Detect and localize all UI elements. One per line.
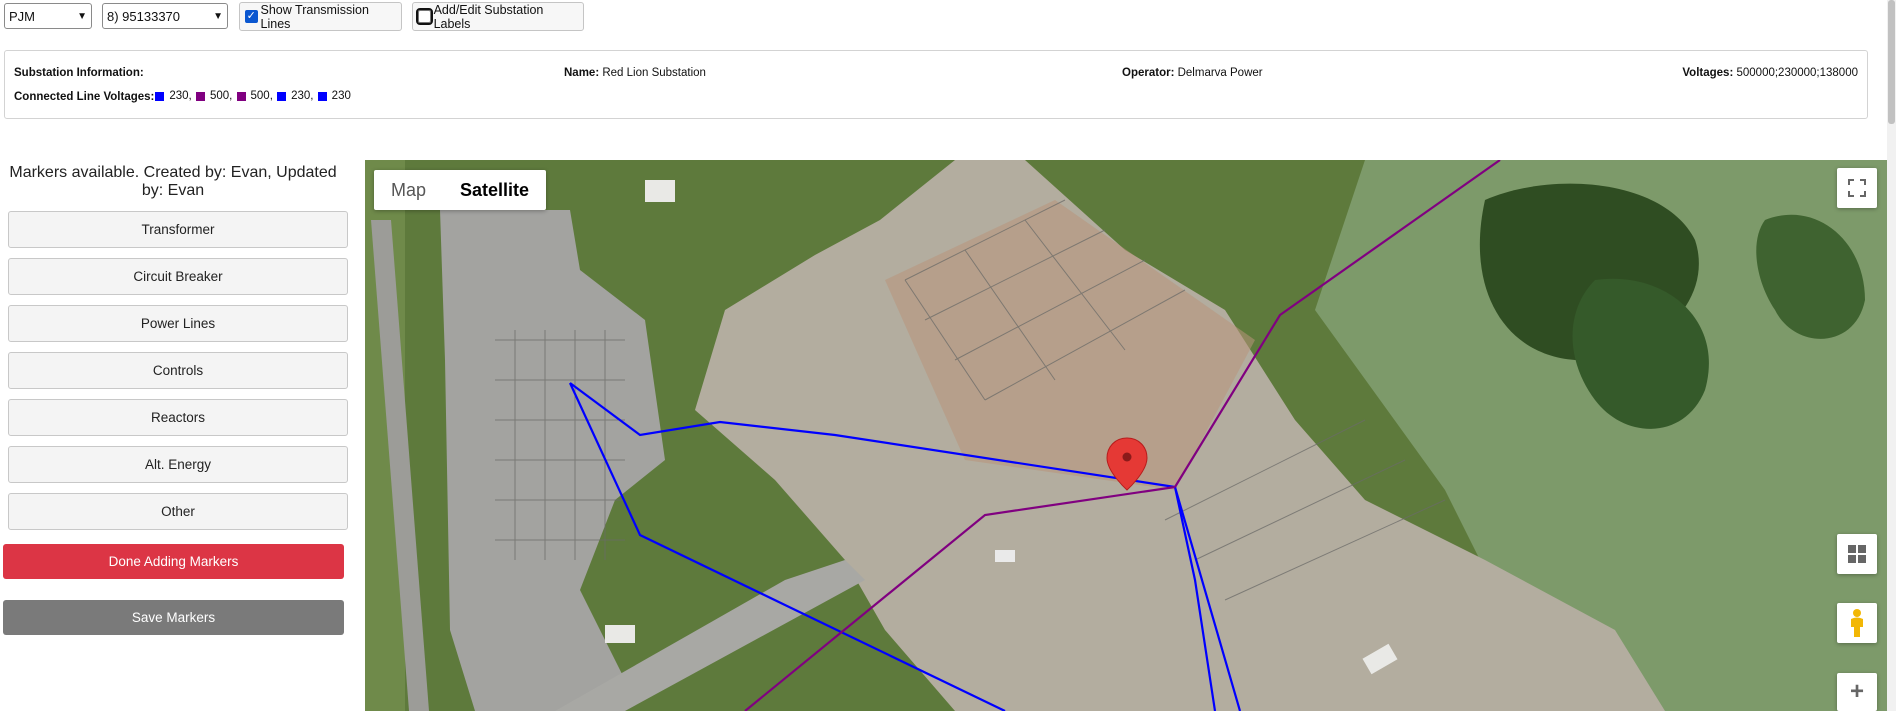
street-view-pegman-button[interactable] [1837, 603, 1877, 643]
fullscreen-icon [1848, 179, 1866, 197]
substation-voltages-value: 500000;230000;138000 [1736, 67, 1858, 79]
substation-info-heading: Substation Information: [14, 67, 144, 79]
voltage-color-swatch [277, 91, 287, 101]
layers-button[interactable] [1837, 534, 1877, 574]
page-scrollbar[interactable] [1887, 0, 1896, 711]
voltage-value: 230, [169, 90, 195, 103]
power-lines-button[interactable]: Power Lines [8, 305, 348, 342]
voltage-value: 500, [209, 90, 236, 103]
map-type-map-button[interactable]: Map [374, 170, 443, 210]
zoom-in-button[interactable]: + [1837, 673, 1877, 711]
edit-substation-labels-label: Add/Edit Substation Labels [433, 2, 544, 31]
substation-select-value: 8) 95133370 [107, 8, 181, 24]
controls-button[interactable]: Controls [8, 352, 348, 389]
substation-name: Name: Red Lion Substation [564, 67, 706, 79]
pegman-icon [1851, 609, 1863, 637]
voltage-value: 230 [331, 90, 351, 103]
chevron-down-icon: ▼ [213, 10, 223, 22]
region-select[interactable]: PJM ▼ [4, 3, 92, 29]
voltage-value: 500, [250, 90, 277, 103]
connected-voltage-item: 230, [154, 90, 195, 102]
transformer-button[interactable]: Transformer [8, 211, 348, 248]
substation-info-panel: Substation Information: Name: Red Lion S… [4, 50, 1868, 119]
connected-voltage-item: 230 [317, 90, 351, 102]
zoom-in-icon: + [1849, 678, 1864, 705]
connected-line-voltages: Connected Line Voltages: 230, 500, 500, … [14, 90, 1858, 104]
chevron-down-icon: ▼ [77, 10, 87, 22]
checkbox-unchecked-icon[interactable] [416, 8, 433, 25]
connected-voltage-item: 230, [276, 90, 317, 102]
save-markers-button[interactable]: Save Markers [3, 600, 344, 635]
satellite-imagery [365, 160, 1887, 711]
substation-operator-value: Delmarva Power [1177, 67, 1263, 79]
checkbox-checked-icon[interactable]: ✓ [245, 10, 258, 23]
reactors-button[interactable]: Reactors [8, 399, 348, 436]
connected-voltage-item: 500, [236, 90, 277, 102]
scrollbar-thumb[interactable] [1888, 0, 1895, 124]
markers-status-title: Markers available. Created by: Evan, Upd… [9, 164, 337, 199]
voltage-color-swatch [155, 91, 165, 101]
show-transmission-lines-label: Show Transmission Lines [260, 2, 369, 31]
voltage-color-swatch [317, 91, 327, 101]
substation-name-value: Red Lion Substation [602, 67, 706, 79]
satellite-map[interactable]: Map Satellite + [365, 160, 1887, 711]
connected-voltage-list: 230, 500, 500, 230, 230 [154, 90, 351, 104]
map-type-control: Map Satellite [374, 170, 547, 210]
substation-voltages: Voltages: 500000;230000;138000 [1682, 67, 1858, 79]
voltage-color-swatch [236, 91, 246, 101]
circuit-breaker-button[interactable]: Circuit Breaker [8, 258, 348, 295]
layers-icon [1848, 545, 1866, 563]
toolbar: PJM ▼ 8) 95133370 ▼ ✓ Show Transmission … [0, 0, 1880, 34]
show-transmission-lines-toggle[interactable]: ✓ Show Transmission Lines [239, 2, 402, 31]
connected-line-voltages-label: Connected Line Voltages: [14, 91, 155, 103]
voltage-color-swatch [195, 91, 205, 101]
voltage-value: 230, [291, 90, 317, 103]
done-adding-markers-button[interactable]: Done Adding Markers [3, 544, 344, 579]
region-select-value: PJM [9, 8, 35, 24]
other-button[interactable]: Other [8, 493, 348, 530]
alt-energy-button[interactable]: Alt. Energy [8, 446, 348, 483]
substation-select[interactable]: 8) 95133370 ▼ [102, 3, 228, 29]
edit-substation-labels-toggle[interactable]: Add/Edit Substation Labels [412, 2, 584, 31]
fullscreen-button[interactable] [1837, 168, 1877, 208]
substation-operator: Operator: Delmarva Power [1122, 67, 1263, 79]
connected-voltage-item: 500, [195, 90, 236, 102]
map-type-satellite-button[interactable]: Satellite [443, 170, 546, 210]
